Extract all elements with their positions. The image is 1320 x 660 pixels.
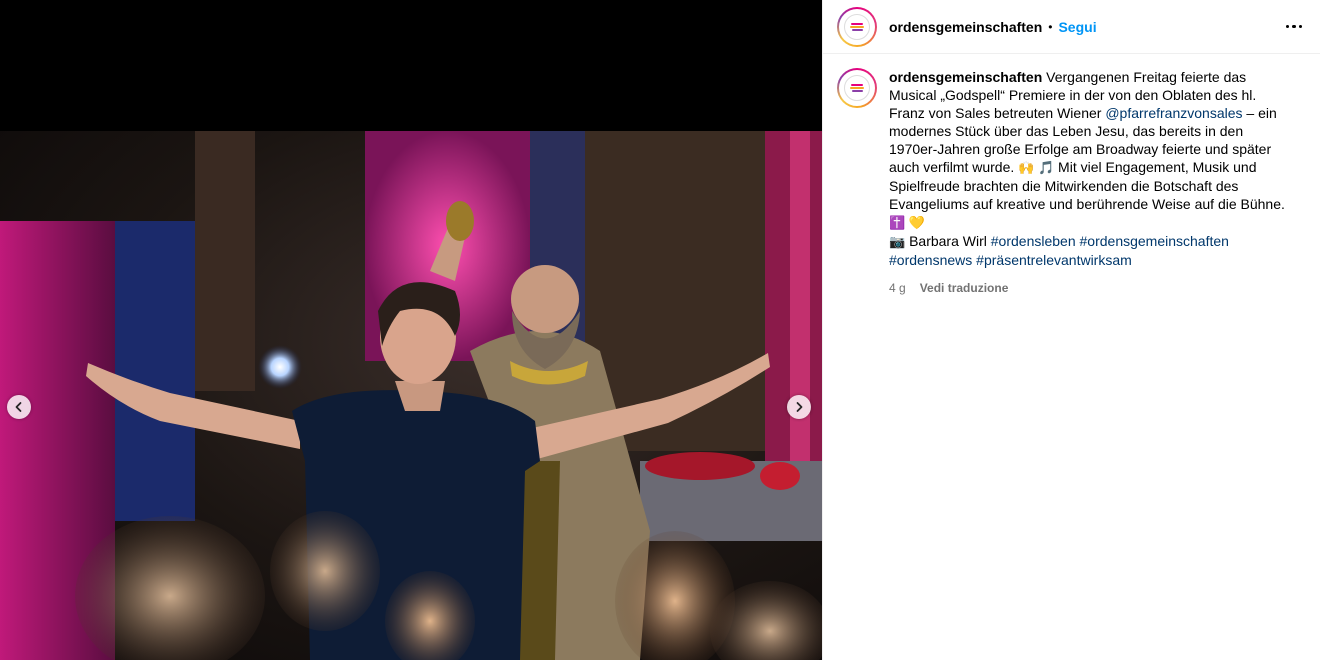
carousel-prev-button[interactable] <box>7 395 31 419</box>
chevron-right-icon <box>796 402 803 412</box>
post-time[interactable]: 4 g <box>889 279 906 297</box>
ordensgemeinschaften-logo <box>844 13 870 40</box>
hashtag-link[interactable]: #ordensleben <box>991 233 1076 249</box>
caption-avatar[interactable] <box>837 68 877 108</box>
hashtag-link[interactable]: #ordensgemeinschaften <box>1080 233 1229 249</box>
more-options-button[interactable] <box>1284 19 1305 35</box>
caption: ordensgemeinschaften Vergangenen Freitag… <box>823 54 1320 297</box>
hashtag-link[interactable]: #präsentrelevantwirksam <box>976 252 1132 268</box>
post-media <box>0 0 822 660</box>
instagram-post-view: ordensgemeinschaften • Segui ordensgemei… <box>0 0 1320 660</box>
stage-photo-illustration <box>0 131 822 660</box>
mention-link[interactable]: @pfarrefranzvonsales <box>1105 105 1242 121</box>
emoji-cross-heart: ✝️ 💛 <box>889 215 925 230</box>
caption-username[interactable]: ordensgemeinschaften <box>889 69 1042 85</box>
caption-meta: 4 g Vedi traduzione <box>889 279 1289 297</box>
camera-icon: 📷 <box>889 234 906 249</box>
post-side-panel: ordensgemeinschaften • Segui ordensgemei… <box>822 0 1320 660</box>
chevron-left-icon <box>15 402 22 412</box>
hashtag-link[interactable]: #ordensnews <box>889 252 972 268</box>
see-translation-button[interactable]: Vedi traduzione <box>920 279 1009 297</box>
follow-button[interactable]: Segui <box>1058 19 1096 35</box>
separator-dot: • <box>1048 19 1053 34</box>
post-username[interactable]: ordensgemeinschaften <box>889 19 1042 35</box>
photo-credit: Barbara Wirl <box>905 233 991 249</box>
post-header: ordensgemeinschaften • Segui <box>823 0 1320 54</box>
post-photo <box>0 131 822 660</box>
more-horizontal-icon <box>1285 24 1289 29</box>
ordensgemeinschaften-logo <box>844 75 870 101</box>
carousel-next-button[interactable] <box>787 395 811 419</box>
emoji-hands-music: 🙌 🎵 <box>1018 160 1055 175</box>
avatar[interactable] <box>837 6 877 47</box>
caption-text: ordensgemeinschaften Vergangenen Freitag… <box>889 68 1289 297</box>
